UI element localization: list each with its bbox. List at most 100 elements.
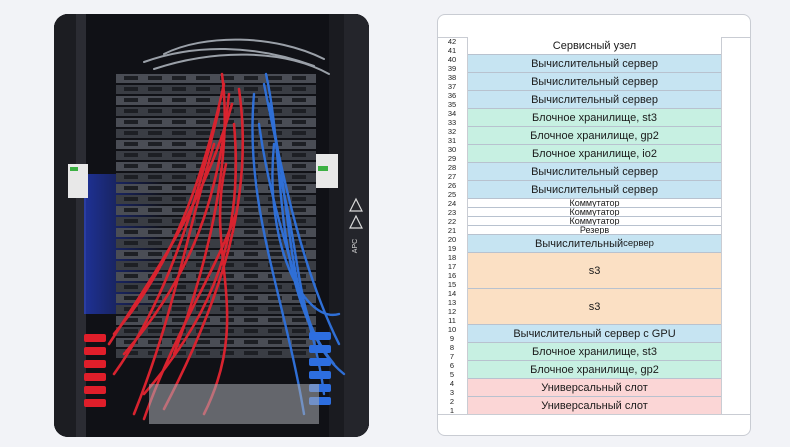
unit-number: 29 — [447, 154, 457, 163]
server-port — [292, 142, 306, 146]
server-port — [292, 208, 306, 212]
server-port — [292, 120, 306, 124]
unit-number: 6 — [449, 361, 455, 370]
server-port — [268, 340, 282, 344]
server-port — [268, 318, 282, 322]
unit-number: 35 — [447, 100, 457, 109]
unit-number: 40 — [447, 55, 457, 64]
server-port — [244, 241, 258, 245]
red-power-connector — [84, 399, 106, 407]
server-port — [292, 186, 306, 190]
unit-number: 36 — [447, 91, 457, 100]
server-port — [292, 131, 306, 135]
server-port — [172, 186, 186, 190]
server-port — [148, 296, 162, 300]
rack-photo-illustration: APC — [54, 14, 369, 437]
server-port — [124, 153, 138, 157]
server-port — [268, 120, 282, 124]
server-port — [244, 351, 258, 355]
server-port — [244, 142, 258, 146]
rack-slot-label: s3 — [588, 264, 601, 277]
server-port — [148, 329, 162, 333]
rack-slot-label: Вычислительный сервер — [531, 75, 658, 88]
unit-number: 7 — [449, 352, 455, 361]
rack-slot-label: Вычислительный сервер — [531, 57, 658, 70]
unit-number: 33 — [447, 118, 457, 127]
server-port — [196, 351, 210, 355]
blue-power-connector — [309, 358, 331, 366]
server-port — [148, 175, 162, 179]
rack-slot: Сервисный узел — [468, 37, 721, 55]
unit-number: 17 — [447, 262, 457, 271]
server-port — [268, 307, 282, 311]
server-chassis — [116, 129, 316, 138]
server-chassis — [116, 294, 316, 303]
unit-number: 23 — [447, 208, 457, 217]
server-port — [148, 186, 162, 190]
unit-number: 37 — [447, 82, 457, 91]
rack-diagram: 42 41 40 39 38 37 36 35 34 33 32 31 30 29 28 27 26 25 24 23… — [437, 14, 751, 436]
server-port — [244, 164, 258, 168]
rack-slot: Вычислительный сервер с GPU — [468, 325, 721, 343]
server-port — [124, 296, 138, 300]
server-port — [196, 76, 210, 80]
server-port — [196, 329, 210, 333]
server-port — [124, 241, 138, 245]
server-port — [292, 175, 306, 179]
server-port — [148, 241, 162, 245]
unit-number: 41 — [447, 46, 457, 55]
server-port — [172, 98, 186, 102]
rack-slot: Вычислительный сервер — [468, 73, 721, 91]
unit-number: 2 — [449, 397, 455, 406]
rack-slot-label: Блочное хранилище, gp2 — [530, 363, 659, 376]
rack-slot-label: Вычислительный сервер — [531, 93, 658, 106]
server-port — [244, 208, 258, 212]
rack-slots: Сервисный узел Вычислительный сервер Вычис… — [468, 37, 721, 415]
unit-number: 20 — [447, 235, 457, 244]
server-chassis — [116, 140, 316, 149]
rack-slot-label: Резерв — [579, 226, 610, 235]
unit-number: 5 — [449, 370, 455, 379]
server-port — [172, 197, 186, 201]
server-port — [196, 98, 210, 102]
server-port — [172, 120, 186, 124]
server-port — [268, 351, 282, 355]
unit-number: 21 — [447, 226, 457, 235]
server-port — [172, 164, 186, 168]
server-port — [124, 142, 138, 146]
unit-number: 8 — [449, 343, 455, 352]
unit-number: 3 — [449, 388, 455, 397]
rack-slot: Вычислительный сервер — [468, 55, 721, 73]
server-port — [244, 329, 258, 333]
rack-slot-label: Блочное хранилище, st3 — [532, 345, 657, 358]
server-port — [244, 296, 258, 300]
server-port — [172, 318, 186, 322]
server-port — [244, 263, 258, 267]
server-port — [292, 87, 306, 91]
rack-slot-label: Блочное хранилище, gp2 — [530, 129, 659, 142]
blue-power-connector — [309, 345, 331, 353]
server-port — [244, 307, 258, 311]
rack-slot-label: s3 — [588, 300, 601, 313]
rack-slot: s3 — [468, 289, 721, 325]
server-port — [148, 252, 162, 256]
server-port — [268, 76, 282, 80]
unit-number: 26 — [447, 181, 457, 190]
server-port — [244, 98, 258, 102]
server-chassis — [116, 96, 316, 105]
server-port — [124, 230, 138, 234]
server-port — [244, 76, 258, 80]
server-rack-photo: APC — [54, 14, 369, 437]
server-port — [292, 76, 306, 80]
server-port — [244, 285, 258, 289]
server-port — [292, 164, 306, 168]
rack-unit-numbers: 42 41 40 39 38 37 36 35 34 33 32 31 30 29 28 27 26 25 24 23… — [438, 37, 468, 415]
rack-slot-label: Сервисный узел — [552, 39, 637, 52]
red-power-connector — [84, 386, 106, 394]
server-port — [292, 318, 306, 322]
server-port — [148, 87, 162, 91]
server-port — [124, 329, 138, 333]
blue-power-connector — [309, 332, 331, 340]
red-power-connector — [84, 347, 106, 355]
server-port — [124, 263, 138, 267]
